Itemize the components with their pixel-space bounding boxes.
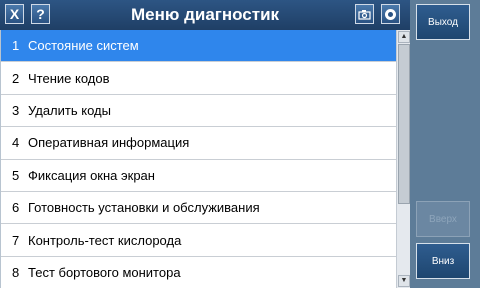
item-label: Состояние систем <box>28 38 139 54</box>
record-icon <box>385 8 396 20</box>
exit-button[interactable]: Выход <box>416 4 470 40</box>
close-button[interactable]: X <box>5 4 24 24</box>
item-label: Фиксация окна экран <box>28 167 155 183</box>
item-label: Контроль-тест кислорода <box>28 232 182 248</box>
list-item[interactable]: 8 Тест бортового монитора <box>1 257 396 288</box>
page-up-button[interactable]: Вверх <box>416 201 470 237</box>
record-button[interactable] <box>381 4 400 24</box>
diagnostic-menu-list: 1 Состояние систем 2 Чтение кодов 3 Удал… <box>0 30 396 288</box>
item-number: 3 <box>12 102 20 118</box>
page-down-button[interactable]: Вниз <box>416 243 470 279</box>
scrollbar-thumb[interactable] <box>398 44 410 204</box>
help-button[interactable]: ? <box>31 4 50 24</box>
list-item[interactable]: 2 Чтение кодов <box>1 62 396 95</box>
camera-button[interactable] <box>355 4 374 24</box>
item-number: 2 <box>12 70 20 86</box>
item-number: 8 <box>12 264 20 280</box>
vertical-scrollbar[interactable]: ▲ ▼ <box>396 30 410 288</box>
list-item[interactable]: 3 Удалить коды <box>1 95 396 128</box>
scroll-up-arrow-icon[interactable]: ▲ <box>398 31 410 43</box>
camera-icon <box>358 9 371 20</box>
item-label: Удалить коды <box>28 102 111 118</box>
item-label: Готовность установки и обслуживания <box>28 200 260 216</box>
item-number: 4 <box>12 135 20 151</box>
scroll-down-arrow-icon[interactable]: ▼ <box>398 275 410 287</box>
title-bar: X ? Меню диагностик <box>0 0 410 30</box>
item-label: Чтение кодов <box>28 70 110 86</box>
item-number: 5 <box>12 167 20 183</box>
list-item[interactable]: 4 Оперативная информация <box>1 127 396 160</box>
item-label: Тест бортового монитора <box>28 264 181 280</box>
list-item[interactable]: 1 Состояние систем <box>1 30 396 63</box>
item-label: Оперативная информация <box>28 135 190 151</box>
list-item[interactable]: 5 Фиксация окна экран <box>1 160 396 192</box>
page-title: Меню диагностик <box>130 5 280 24</box>
item-number: 1 <box>12 38 20 54</box>
item-number: 7 <box>12 232 20 248</box>
list-item[interactable]: 6 Готовность установки и обслуживания <box>1 192 396 225</box>
item-number: 6 <box>12 200 20 216</box>
list-item[interactable]: 7 Контроль-тест кислорода <box>1 224 396 257</box>
